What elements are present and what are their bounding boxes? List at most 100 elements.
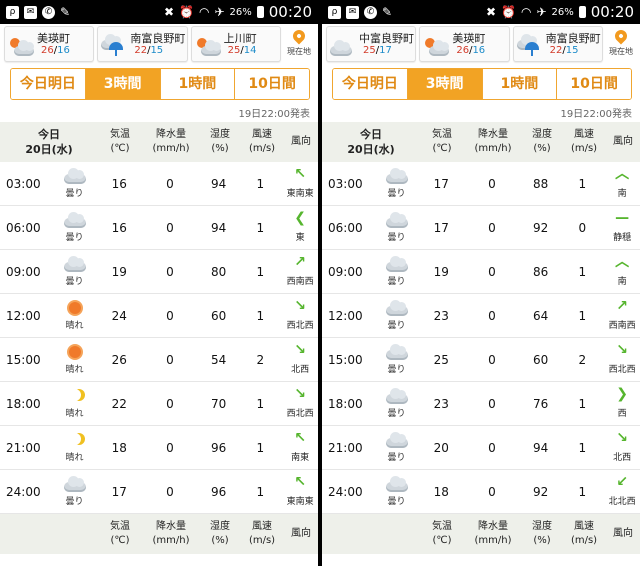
city-card[interactable]: 上川町 25/14: [190, 26, 281, 62]
row-time: 06:00: [328, 220, 363, 235]
row-time: 18:00: [328, 396, 363, 411]
tab-0[interactable]: 今日明日: [11, 69, 85, 99]
city-card[interactable]: 南富良野町 22/15: [512, 26, 603, 62]
row-temp: 23: [433, 308, 449, 323]
weather-label: 曇り: [65, 233, 84, 243]
weather-label: 曇り: [387, 497, 406, 507]
search-app-icon: ρ: [6, 5, 19, 19]
tab-2[interactable]: 1時間: [481, 69, 557, 99]
row-precip: 0: [488, 176, 496, 191]
row-temp: 22: [111, 396, 127, 411]
wind-dir-label: 西南西: [286, 277, 314, 287]
weather-label: 曇り: [387, 277, 406, 287]
wind-speed-header: 風速 (m/s): [570, 129, 598, 154]
tab-3[interactable]: 10日間: [556, 69, 631, 99]
weather-label: 曇り: [387, 409, 406, 419]
row-precip: 0: [166, 440, 174, 455]
row-time: 06:00: [6, 220, 41, 235]
battery-percent: 26%: [551, 6, 574, 18]
row-wind-direction: ︿ 南: [604, 250, 640, 293]
mute-icon: ✖: [485, 5, 497, 19]
row-time: 24:00: [328, 484, 363, 499]
current-location-label: 現在地: [286, 47, 311, 56]
pen-icon: ✎: [60, 5, 71, 19]
row-time: 21:00: [6, 440, 41, 455]
current-location-button[interactable]: 現在地: [606, 27, 636, 61]
row-weather: 晴れ: [52, 294, 98, 337]
temp-header: 気温 (℃): [110, 521, 130, 546]
city-bar: 中富良野町 25/17 美瑛町 26/16 南富良野町 22/15 現在地: [322, 24, 640, 64]
high-temp: 22: [549, 45, 563, 56]
wind-speed-header: 風速 (m/s): [248, 521, 276, 546]
wind-arrow-icon: ❯: [616, 386, 628, 402]
humidity-header: 湿度 (%): [210, 521, 230, 546]
city-temps: 26/16: [456, 45, 486, 56]
wind-arrow-icon: ↘: [294, 298, 306, 314]
row-weather: 曇り: [374, 426, 420, 469]
cloud-icon: [385, 168, 408, 184]
battery-icon: [578, 6, 586, 18]
row-time: 09:00: [6, 264, 41, 279]
tab-2[interactable]: 1時間: [159, 69, 235, 99]
forecast-row: 21:00 曇り 20 0 94 1 ↘ 北西: [322, 426, 640, 470]
row-precip: 0: [488, 440, 496, 455]
cloud-icon: [385, 212, 408, 228]
city-card[interactable]: 中富良野町 25/17: [326, 26, 417, 62]
row-temp: 16: [111, 220, 127, 235]
row-humidity: 86: [532, 264, 549, 279]
precip-header: 降水量 (mm/h): [152, 129, 190, 154]
high-temp: 25: [363, 45, 376, 56]
current-location-button[interactable]: 現在地: [284, 27, 314, 61]
tab-0[interactable]: 今日明日: [333, 69, 407, 99]
weather-label: 晴れ: [65, 321, 84, 331]
alarm-icon: ⏰: [179, 5, 194, 19]
city-temps: 22/15: [549, 45, 579, 56]
forecast-row: 12:00 曇り 23 0 64 1 ↗ 西南西: [322, 294, 640, 338]
tab-1[interactable]: 3時間: [84, 69, 160, 99]
temp-header: 気温 (℃): [110, 129, 130, 154]
forecast-row: 06:00 曇り 17 0 92 0— 静穏: [322, 206, 640, 250]
wind-arrow-icon: ↗: [294, 254, 306, 270]
row-weather: 曇り: [374, 470, 420, 513]
city-card[interactable]: 美瑛町 26/16: [419, 26, 510, 62]
row-weather: 曇り: [374, 250, 420, 293]
row-time: 15:00: [6, 352, 41, 367]
row-humidity: 70: [210, 396, 227, 411]
tab-1[interactable]: 3時間: [406, 69, 482, 99]
row-wind-direction: ↗ 西南西: [604, 294, 640, 337]
city-name: 美瑛町: [37, 32, 70, 45]
weather-label: 曇り: [387, 365, 406, 375]
tab-3[interactable]: 10日間: [234, 69, 309, 99]
wind-dir-label: 北西: [613, 453, 632, 463]
issued-time: 19日22:00発表: [560, 109, 632, 120]
row-weather: 曇り: [374, 206, 420, 249]
row-time: 15:00: [328, 352, 363, 367]
row-wind-direction: ↖ 東南東: [282, 162, 318, 205]
row-wind-direction: ↖ 南東: [282, 426, 318, 469]
city-name: 上川町: [223, 32, 257, 45]
status-bar: ρ ✉ ✆ ✎ ✖ ⏰ ◠ ✈ 26% 00:20: [0, 0, 318, 24]
wind-dir-label: 北西: [291, 365, 310, 375]
row-precip: 0: [166, 176, 174, 191]
city-temps: 25/14: [227, 45, 257, 56]
wind-dir-label: 東南東: [286, 189, 314, 199]
row-humidity: 94: [210, 176, 227, 191]
row-temp: 18: [111, 440, 127, 455]
left-weather-screen: ρ ✉ ✆ ✎ ✖ ⏰ ◠ ✈ 26% 00:20 美瑛町 26/16 南富良野町 22/15 上川町 25/…: [0, 0, 318, 566]
weather-label: 晴れ: [65, 409, 84, 419]
cloud-icon: [385, 476, 408, 492]
wind-arrow-icon: ↖: [294, 474, 306, 490]
city-card[interactable]: 南富良野町 22/15: [97, 26, 188, 62]
row-precip: 0: [488, 264, 496, 279]
high-temp: 25: [227, 45, 241, 56]
weather-icon: [101, 32, 129, 56]
city-card[interactable]: 美瑛町 26/16: [4, 26, 95, 62]
forecast-row: 18:00 曇り 23 0 76 1 ❯ 西: [322, 382, 640, 426]
row-humidity: 94: [532, 440, 549, 455]
low-temp: 15: [565, 45, 579, 56]
row-wind-direction: ↘ 北西: [282, 338, 318, 381]
pen-icon: ✎: [382, 5, 393, 19]
location-pin-icon: [290, 27, 308, 45]
cloud-icon: [63, 256, 86, 272]
row-weather: 晴れ: [52, 338, 98, 381]
